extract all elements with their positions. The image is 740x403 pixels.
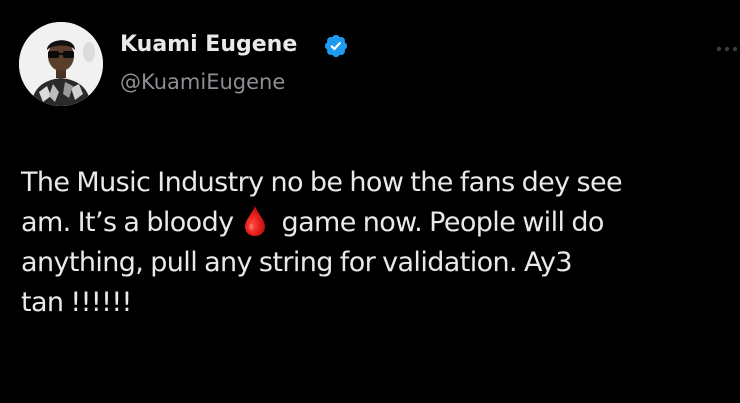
display-name[interactable]: Kuami Eugene: [120, 31, 297, 59]
tweet-text-segment: am. It’s a bloody: [21, 207, 234, 238]
tweet-line: anything, pull any string for validation…: [21, 247, 573, 278]
tweet-line: am. It’s a bloody game now. People will …: [21, 203, 736, 243]
drop-of-blood-icon: [242, 205, 268, 237]
more-options-icon[interactable]: [712, 40, 740, 52]
verified-badge-icon: [323, 33, 349, 59]
tweet-line: tan !!!!!!: [21, 287, 132, 318]
tweet-text: The Music Industry no be how the fans de…: [21, 163, 736, 323]
tweet-text-segment: game now. People will do: [281, 207, 605, 238]
tweet-card: Kuami Eugene @KuamiEugene The Music Indu…: [0, 0, 740, 403]
avatar[interactable]: [19, 22, 103, 106]
user-handle[interactable]: @KuamiEugene: [120, 68, 285, 96]
profile-photo: [19, 22, 103, 106]
tweet-line: The Music Industry no be how the fans de…: [21, 167, 623, 198]
